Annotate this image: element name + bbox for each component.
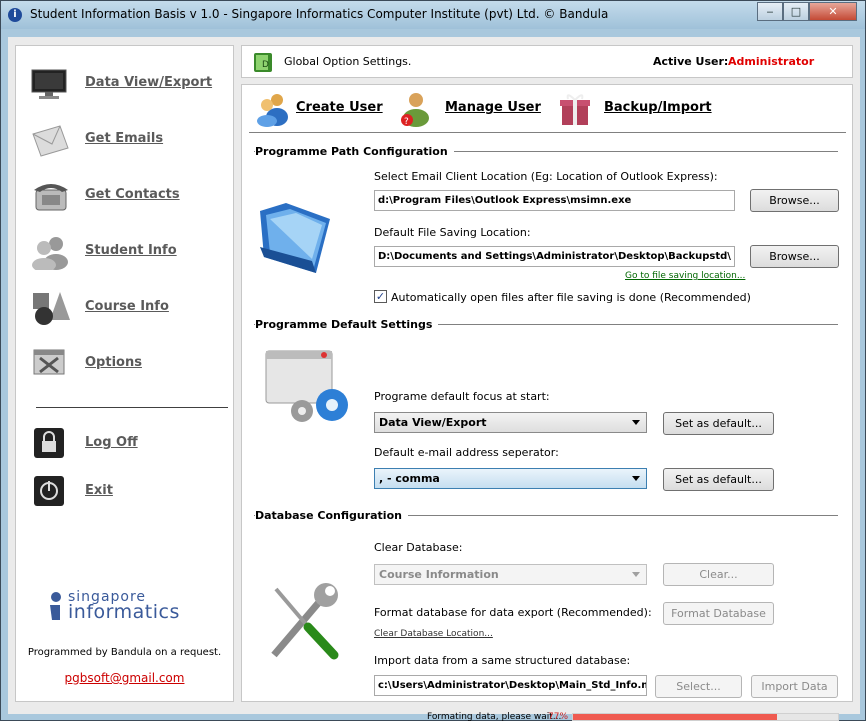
separator-dropdown[interactable]: , - comma — [374, 468, 647, 489]
power-icon — [34, 476, 64, 506]
progress-percent-text: 77% — [548, 712, 569, 721]
set-default-focus-button[interactable]: Set as default... — [663, 412, 774, 435]
clear-database-dropdown-value: Course Information — [379, 568, 499, 581]
format-database-button[interactable]: Format Database — [663, 602, 774, 625]
company-logo: singapore informatics — [44, 589, 224, 629]
monitor-icon — [31, 69, 67, 99]
phone-icon — [34, 184, 68, 211]
chevron-down-icon — [632, 476, 640, 481]
sidebar-divider — [36, 407, 228, 408]
save-location-field[interactable]: D:\Documents and Settings\Administrator\… — [374, 246, 735, 267]
email-client-field[interactable]: d:\Program Files\Outlook Express\msimn.e… — [374, 190, 735, 211]
browse-email-client-button[interactable]: Browse... — [750, 189, 839, 212]
clear-database-location-link[interactable]: Clear Database Location... — [374, 629, 493, 639]
clear-database-button[interactable]: Clear... — [663, 563, 774, 586]
focus-label: Programe default focus at start: — [374, 390, 550, 403]
auto-open-label: Automatically open files after file savi… — [391, 291, 751, 304]
active-user-name: Administrator — [728, 55, 815, 68]
sidebar-item-log-off[interactable]: Log Off — [16, 422, 233, 468]
minimize-button[interactable]: ‒ — [757, 2, 783, 21]
user-manage-icon: ? — [401, 93, 429, 127]
tab-backup-import[interactable]: Backup/Import — [558, 91, 712, 127]
sidebar-item-label: Options — [85, 355, 142, 370]
import-data-button[interactable]: Import Data — [751, 675, 838, 698]
select-database-button[interactable]: Select... — [655, 675, 742, 698]
separator-label: Default e-mail address seperator: — [374, 446, 559, 459]
settings-panel: Create User ? Manage User Backup/Import … — [241, 84, 853, 721]
progress-status-text: Formating data, please wait... — [427, 712, 562, 721]
sidebar-item-label: Get Contacts — [85, 187, 180, 202]
maximize-button[interactable]: □ — [783, 2, 809, 21]
tools-icon — [271, 583, 339, 660]
sidebar-item-get-contacts[interactable]: Get Contacts — [16, 174, 233, 220]
book-icon: D — [254, 53, 272, 72]
browse-save-location-button[interactable]: Browse... — [750, 245, 839, 268]
clear-database-dropdown[interactable]: Course Information — [374, 564, 647, 585]
title-bar[interactable]: i Student Information Basis v 1.0 - Sing… — [1, 1, 865, 29]
folder-icon — [260, 203, 330, 273]
students-icon — [32, 237, 68, 270]
tab-create-user[interactable]: Create User — [256, 91, 383, 127]
tab-label: Create User — [296, 100, 383, 115]
chevron-down-icon — [632, 420, 640, 425]
window-title: Student Information Basis v 1.0 - Singap… — [30, 7, 609, 21]
client-area: Data View/Export Get Emails Get Contacts — [8, 37, 860, 721]
logo-i-icon — [50, 592, 61, 620]
close-button[interactable]: ✕ — [809, 2, 857, 21]
settings-window-icon — [265, 350, 348, 422]
svg-text:?: ? — [404, 117, 409, 127]
sidebar-item-label: Student Info — [85, 243, 177, 258]
envelope-icon — [32, 125, 69, 157]
section-title-path: Programme Path Configuration — [255, 145, 454, 158]
app-icon: i — [8, 8, 22, 22]
gift-box-icon — [560, 94, 590, 125]
shapes-icon — [33, 292, 70, 325]
page-title: Global Option Settings. — [284, 55, 412, 68]
import-label: Import data from a same structured datab… — [374, 654, 631, 667]
format-database-label: Format database for data export (Recomme… — [374, 606, 652, 619]
sidebar-item-exit[interactable]: Exit — [16, 470, 233, 516]
tab-manage-user[interactable]: ? Manage User — [399, 91, 541, 127]
focus-dropdown[interactable]: Data View/Export — [374, 412, 647, 433]
author-email-link[interactable]: pgbsoft@gmail.com — [16, 671, 233, 685]
sidebar-item-course-info[interactable]: Course Info — [16, 286, 233, 332]
import-path-field[interactable]: c:\Users\Administrator\Desktop\Main_Std_… — [374, 675, 647, 696]
credit-text: Programmed by Bandula on a request. — [27, 647, 222, 658]
options-icon — [33, 349, 65, 375]
sidebar-item-label: Get Emails — [85, 131, 164, 146]
save-location-label: Default File Saving Location: — [374, 226, 531, 239]
svg-text:D: D — [262, 60, 269, 70]
goto-save-location-link[interactable]: Go to file saving location... — [625, 271, 745, 281]
separator-dropdown-value: , - comma — [379, 472, 440, 485]
sidebar-item-data-view[interactable]: Data View/Export — [16, 62, 233, 108]
users-icon — [257, 94, 288, 127]
sidebar-item-student-info[interactable]: Student Info — [16, 230, 233, 276]
section-title-defaults: Programme Default Settings — [255, 318, 439, 331]
sidebar-item-label: Log Off — [85, 435, 138, 450]
sidebar-item-label: Exit — [85, 483, 113, 498]
logo-line2: informatics — [68, 601, 180, 623]
email-client-label: Select Email Client Location (Eg: Locati… — [374, 170, 718, 183]
tabs-divider — [249, 132, 846, 133]
focus-dropdown-value: Data View/Export — [379, 416, 487, 429]
tab-label: Manage User — [445, 100, 541, 115]
lock-icon — [34, 428, 64, 458]
sidebar-item-options[interactable]: Options — [16, 342, 233, 388]
progress-fill — [573, 714, 778, 720]
chevron-down-icon — [632, 572, 640, 577]
sidebar-item-label: Data View/Export — [85, 75, 213, 90]
set-default-separator-button[interactable]: Set as default... — [663, 468, 774, 491]
format-progress-bar — [572, 713, 839, 721]
active-user-label: Active User: — [653, 55, 729, 68]
sidebar-item-get-emails[interactable]: Get Emails — [16, 118, 233, 164]
section-title-database: Database Configuration — [255, 509, 408, 522]
app-window: i Student Information Basis v 1.0 - Sing… — [0, 0, 866, 721]
header-bar: D Global Option Settings. Active User: A… — [241, 45, 853, 78]
clear-database-label: Clear Database: — [374, 541, 463, 554]
sidebar: Data View/Export Get Emails Get Contacts — [15, 45, 234, 702]
tab-label: Backup/Import — [604, 100, 712, 115]
sidebar-item-label: Course Info — [85, 299, 169, 314]
auto-open-checkbox[interactable]: ✓ — [374, 290, 387, 303]
